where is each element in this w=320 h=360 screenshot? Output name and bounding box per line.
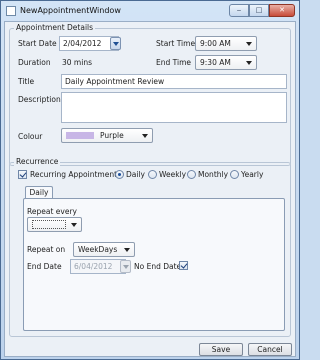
chevron-down-icon bbox=[123, 265, 129, 269]
appointment-details-label: Appointment Details bbox=[14, 23, 96, 32]
repeat-on-select[interactable]: WeekDays bbox=[73, 242, 135, 257]
radio-yearly-label: Yearly bbox=[241, 170, 264, 179]
description-textarea[interactable] bbox=[61, 92, 287, 123]
radio-weekly[interactable] bbox=[148, 170, 157, 179]
duration-label: Duration bbox=[18, 58, 51, 67]
radio-monthly-label: Monthly bbox=[198, 170, 229, 179]
chevron-down-icon bbox=[246, 61, 252, 65]
repeat-every-select[interactable] bbox=[27, 217, 82, 232]
radio-yearly[interactable] bbox=[230, 170, 239, 179]
recurring-appointment-label: Recurring Appointment bbox=[30, 170, 118, 179]
start-time-select[interactable]: 9:00 AM bbox=[195, 36, 257, 51]
end-time-select[interactable]: 9:30 AM bbox=[195, 55, 257, 70]
radio-monthly[interactable] bbox=[187, 170, 196, 179]
recurring-appointment-checkbox[interactable] bbox=[18, 170, 27, 179]
window-content: Appointment Details Start Date 2/04/2012… bbox=[4, 21, 296, 357]
recurrence-label: Recurrence bbox=[14, 157, 61, 166]
close-button[interactable]: ✕ bbox=[269, 4, 295, 17]
end-time-label: End Time bbox=[156, 58, 191, 67]
chevron-down-icon bbox=[71, 223, 77, 227]
start-time-value: 9:00 AM bbox=[200, 39, 231, 48]
end-date-label: End Date bbox=[27, 262, 62, 271]
minimize-button[interactable]: ‒ bbox=[229, 4, 249, 17]
save-button[interactable]: Save bbox=[199, 343, 243, 356]
chevron-down-icon bbox=[246, 42, 252, 46]
radio-weekly-label: Weekly bbox=[159, 170, 187, 179]
chevron-down-icon bbox=[142, 134, 148, 138]
title-input[interactable]: Daily Appointment Review bbox=[61, 74, 287, 89]
colour-value: Purple bbox=[100, 131, 124, 140]
start-date-picker-button[interactable] bbox=[110, 37, 121, 50]
description-label: Description bbox=[18, 95, 61, 104]
start-date-label: Start Date bbox=[18, 39, 57, 48]
colour-select[interactable]: Purple bbox=[61, 128, 153, 143]
duration-value: 30 mins bbox=[62, 58, 92, 67]
appointment-window: NewAppointmentWindow ‒ □ ✕ Appointment D… bbox=[0, 0, 300, 360]
title-bar[interactable]: NewAppointmentWindow ‒ □ ✕ bbox=[1, 1, 299, 21]
colour-swatch bbox=[66, 132, 94, 139]
cancel-button[interactable]: Cancel bbox=[248, 343, 292, 356]
end-date-input[interactable]: 6/04/2012 bbox=[70, 259, 126, 274]
app-icon bbox=[6, 6, 16, 16]
repeat-on-value: WeekDays bbox=[78, 245, 118, 254]
window-title: NewAppointmentWindow bbox=[20, 6, 121, 15]
end-date-picker-button[interactable] bbox=[120, 260, 131, 273]
repeat-every-label: Repeat every bbox=[27, 207, 77, 216]
radio-daily-label: Daily bbox=[126, 170, 145, 179]
chevron-down-icon bbox=[113, 42, 119, 46]
colour-label: Colour bbox=[18, 132, 43, 141]
chevron-down-icon bbox=[124, 248, 130, 252]
end-time-value: 9:30 AM bbox=[200, 58, 231, 67]
repeat-every-value bbox=[32, 220, 66, 229]
start-time-label: Start Time bbox=[156, 39, 196, 48]
no-end-date-label: No End Date bbox=[134, 262, 182, 271]
maximize-button[interactable]: □ bbox=[249, 4, 269, 17]
radio-daily[interactable] bbox=[115, 170, 124, 179]
title-label: Title bbox=[18, 77, 35, 86]
no-end-date-checkbox[interactable] bbox=[179, 261, 188, 270]
repeat-on-label: Repeat on bbox=[27, 245, 66, 254]
